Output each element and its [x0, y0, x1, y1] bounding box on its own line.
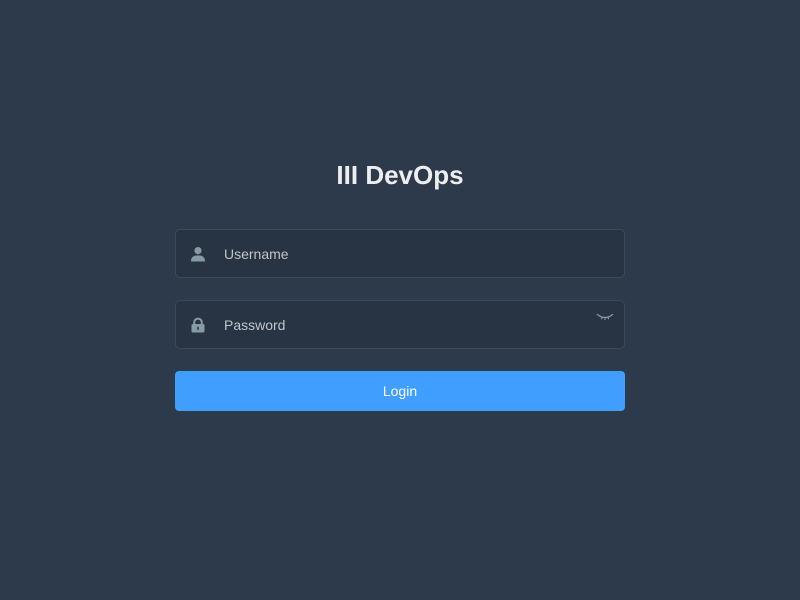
username-field [175, 229, 625, 278]
login-page: III DevOps Username Login [0, 0, 800, 600]
login-button[interactable]: Login [175, 371, 625, 411]
password-field [175, 300, 625, 349]
page-title: III DevOps [336, 160, 464, 190]
login-form: III DevOps Username Login [175, 155, 625, 411]
eye-closed-icon[interactable] [596, 310, 614, 322]
username-input[interactable] [224, 230, 584, 277]
user-icon [190, 246, 206, 262]
password-input[interactable] [224, 301, 584, 348]
lock-icon [190, 317, 206, 333]
